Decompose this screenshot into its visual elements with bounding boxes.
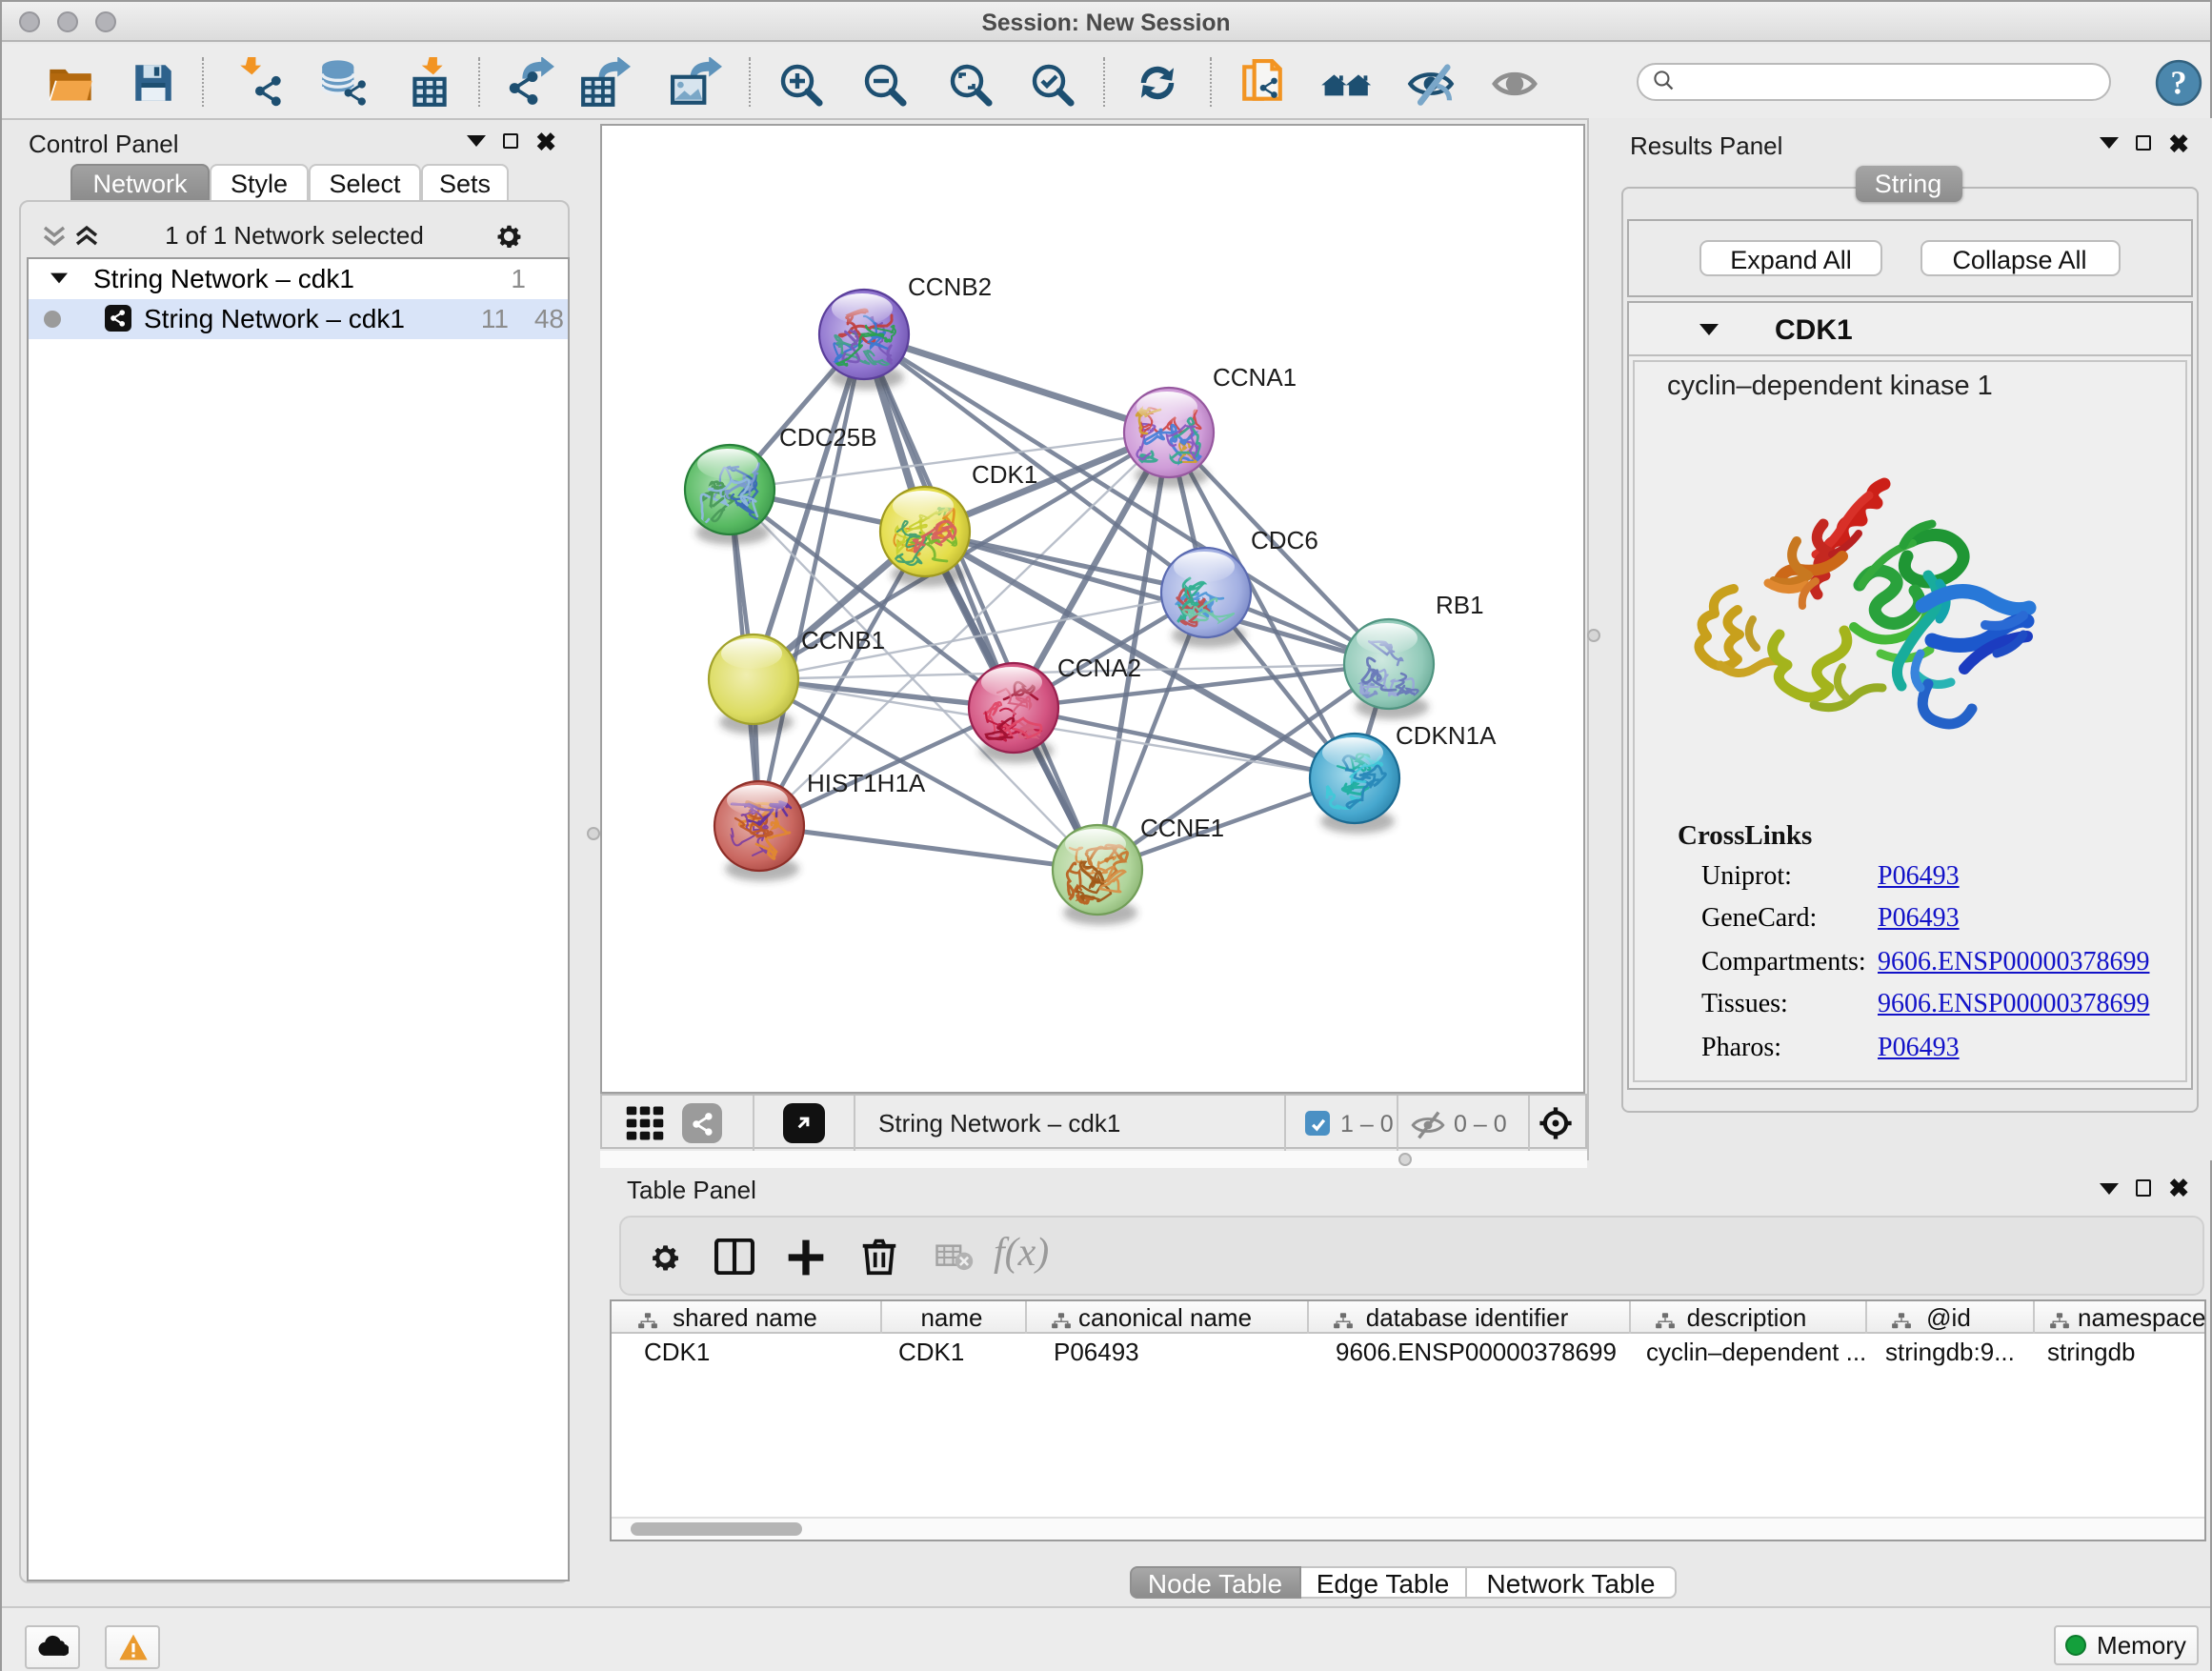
svg-text:CDC25B: CDC25B [778, 422, 876, 451]
svg-text:CCNA1: CCNA1 [1212, 362, 1296, 391]
svg-text:HIST1H1A: HIST1H1A [806, 768, 925, 796]
svg-text:CCNB1: CCNB1 [800, 625, 884, 654]
svg-text:CDK1: CDK1 [971, 459, 1036, 488]
svg-text:?: ? [2169, 65, 2185, 101]
svg-text:RB1: RB1 [1435, 590, 1483, 618]
svg-text:CCNA2: CCNA2 [1056, 653, 1140, 681]
svg-text:CCNE1: CCNE1 [1139, 813, 1223, 841]
svg-text:CCNB2: CCNB2 [907, 272, 991, 300]
svg-text:CDC6: CDC6 [1250, 525, 1317, 554]
svg-text:CDKN1A: CDKN1A [1395, 720, 1496, 749]
